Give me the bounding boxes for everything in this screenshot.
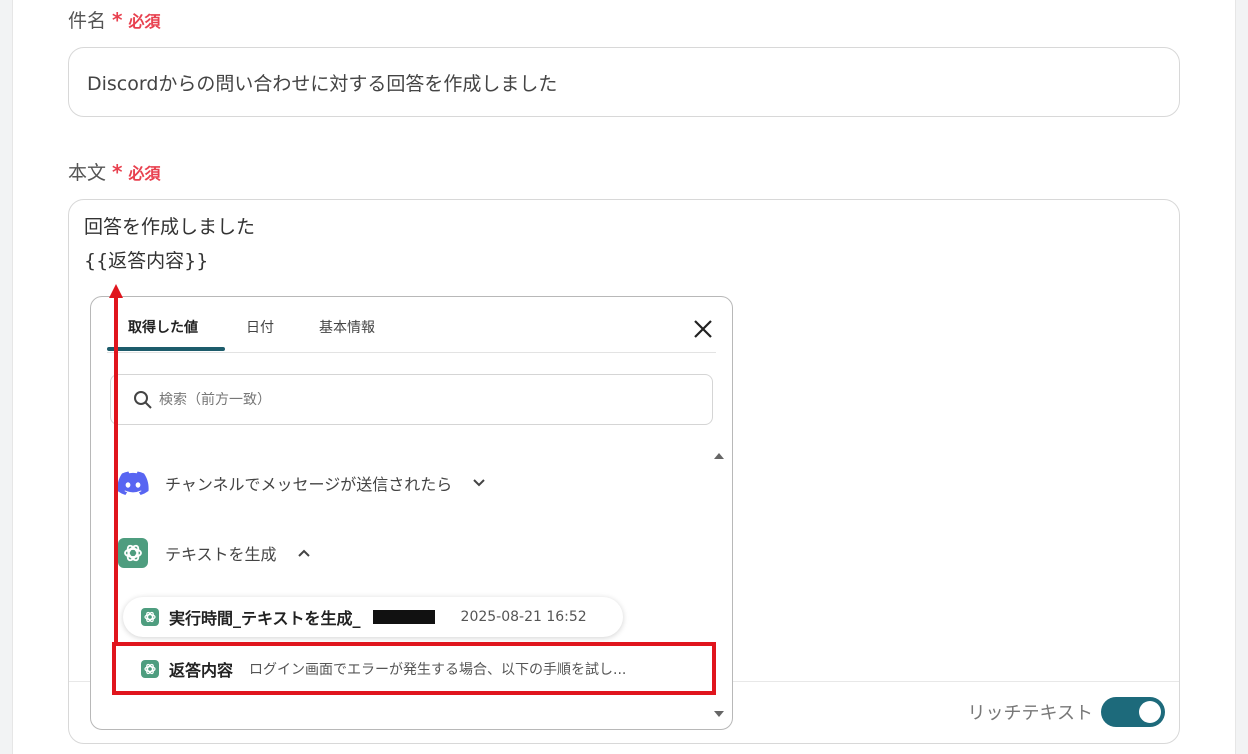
openai-icon	[117, 537, 149, 569]
toggle-knob	[1139, 701, 1161, 723]
discord-icon	[117, 467, 149, 499]
subject-label-text: 件名	[68, 10, 107, 32]
required-badge: 必須	[128, 11, 161, 31]
required-mark: *	[112, 159, 123, 184]
tab-acquired-values[interactable]: 取得した値	[128, 317, 198, 337]
scroll-down-arrow-icon[interactable]	[714, 711, 724, 717]
body-line: {{返答内容}}	[84, 250, 209, 272]
subject-label: 件名 * 必須	[68, 6, 161, 33]
item-value: 2025-08-21 16:52	[460, 609, 587, 625]
group-text-generation[interactable]: テキストを生成	[117, 537, 311, 569]
scroll-up-arrow-icon[interactable]	[714, 453, 724, 459]
rich-text-toggle[interactable]	[1101, 697, 1165, 727]
subject-value: Discordからの問い合わせに対する回答を作成しました	[87, 72, 558, 95]
annotation-arrow-shaft	[114, 296, 118, 644]
close-icon	[694, 320, 712, 338]
variable-item-execution-time[interactable]: 実行時間_テキストを生成_ 2025-08-21 16:52	[123, 597, 623, 637]
body-line: 回答を作成しました	[84, 216, 256, 238]
required-mark: *	[112, 7, 123, 32]
group-discord-trigger[interactable]: チャンネルでメッセージが送信されたら	[117, 467, 486, 499]
search-input[interactable]	[159, 391, 679, 408]
item-name: 実行時間_テキストを生成_	[169, 609, 361, 628]
annotation-highlight-box	[112, 642, 716, 695]
tab-divider	[107, 352, 716, 353]
group-label: チャンネルでメッセージが送信されたら	[165, 475, 453, 494]
tab-basic-info[interactable]: 基本情報	[319, 317, 375, 337]
search-icon	[134, 390, 152, 409]
body-label: 本文 * 必須	[68, 158, 161, 185]
annotation-arrow-up-icon	[109, 284, 123, 298]
active-tab-indicator	[107, 347, 225, 351]
chevron-down-icon	[472, 478, 486, 488]
search-box	[110, 374, 713, 425]
group-label: テキストを生成	[165, 545, 277, 564]
body-label-text: 本文	[68, 162, 107, 184]
chevron-up-icon	[297, 548, 311, 558]
rich-text-label: リッチテキスト	[967, 703, 1093, 724]
openai-icon	[141, 608, 159, 626]
redacted-block	[372, 610, 435, 624]
tab-date[interactable]: 日付	[246, 317, 274, 337]
required-badge: 必須	[128, 163, 161, 183]
close-button[interactable]	[691, 317, 715, 341]
subject-input[interactable]: Discordからの問い合わせに対する回答を作成しました	[68, 47, 1180, 117]
